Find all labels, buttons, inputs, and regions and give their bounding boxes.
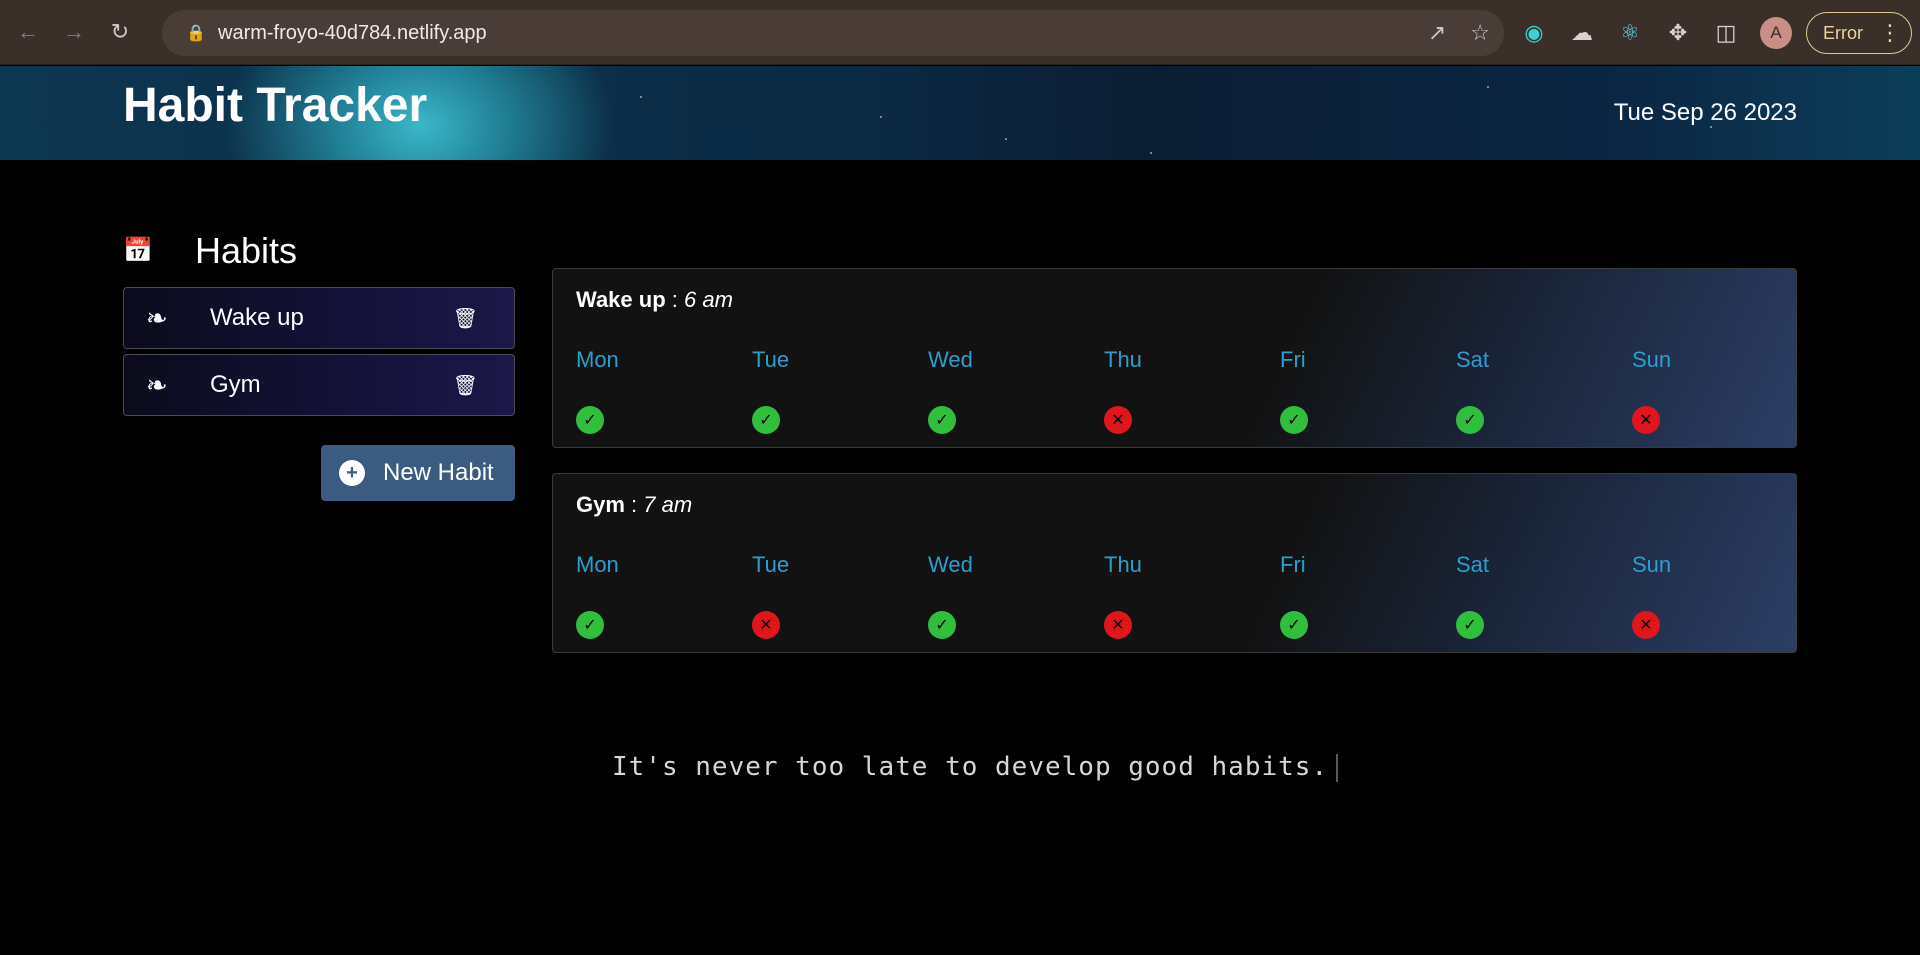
x-circle-icon[interactable]: ✕	[1104, 406, 1132, 434]
app-title: Habit Tracker	[123, 79, 428, 132]
check-circle-icon[interactable]: ✓	[576, 611, 604, 639]
habit-list-item-gym[interactable]: ❧ Gym 🗑	[123, 354, 515, 416]
share-icon[interactable]: ↗	[1428, 20, 1446, 46]
browser-toolbar: ← → ↻ 🔒 warm-froyo-40d784.netlify.app ↗ …	[0, 0, 1920, 65]
typing-cursor	[1336, 753, 1339, 782]
reload-icon[interactable]: ↻	[102, 14, 138, 50]
trash-icon[interactable]: 🗑	[453, 373, 478, 398]
day-label-fri: Fri	[1280, 347, 1306, 372]
bookmark-star-icon[interactable]: ☆	[1470, 20, 1490, 46]
day-label-sun: Sun	[1632, 347, 1672, 372]
day-label-tue: Tue	[752, 552, 790, 577]
react-devtools-icon[interactable]: ⚛	[1616, 19, 1644, 47]
check-circle-icon[interactable]: ✓	[1280, 611, 1308, 639]
side-panel-icon[interactable]: ◫	[1712, 19, 1740, 47]
x-circle-icon[interactable]: ✕	[1104, 611, 1132, 639]
check-circle-icon[interactable]: ✓	[928, 611, 956, 639]
page-header: Habit Tracker Tue Sep 26 2023	[0, 66, 1920, 160]
habit-list-item-label: Wake up	[210, 304, 304, 331]
new-habit-button[interactable]: + New Habit	[321, 445, 515, 501]
cloud-extension-icon[interactable]: ☁	[1568, 19, 1596, 47]
feather-icon: ❧	[146, 302, 168, 333]
quote-text: It's never too late to develop good habi…	[612, 752, 1329, 782]
profile-avatar[interactable]: A	[1760, 17, 1792, 49]
day-label-wed: Wed	[928, 552, 973, 577]
day-label-thu: Thu	[1104, 347, 1142, 372]
day-label-tue: Tue	[752, 347, 790, 372]
check-circle-icon[interactable]: ✓	[1456, 406, 1484, 434]
lock-icon[interactable]: 🔒	[176, 23, 216, 43]
back-icon[interactable]: ←	[10, 14, 46, 50]
check-circle-icon[interactable]: ✓	[928, 406, 956, 434]
trash-icon[interactable]: 🗑	[453, 306, 478, 331]
check-circle-icon[interactable]: ✓	[1456, 611, 1484, 639]
check-circle-icon[interactable]: ✓	[576, 406, 604, 434]
kebab-menu-icon[interactable]: ⋮	[1879, 20, 1901, 46]
error-button[interactable]: Error ⋮	[1806, 12, 1912, 54]
day-label-sat: Sat	[1456, 347, 1490, 372]
habit-list-item-wake-up[interactable]: ❧ Wake up 🗑	[123, 287, 515, 349]
forward-icon[interactable]: →	[56, 14, 92, 50]
x-circle-icon[interactable]: ✕	[1632, 406, 1660, 434]
x-circle-icon[interactable]: ✕	[752, 611, 780, 639]
day-label-sat: Sat	[1456, 552, 1490, 577]
habit-card-title: Wake up : 6 am	[576, 287, 733, 312]
day-label-thu: Thu	[1104, 552, 1142, 577]
extensions-bar: ◉ ☁ ⚛ ✥ ◫ A	[1520, 10, 1792, 56]
habit-card-wake-up: Wake up : 6 am Mon ✓ Tue ✓ Wed ✓ Thu ✕ Fri ✓ Sat ✓ S…	[552, 268, 1797, 448]
day-label-mon: Mon	[576, 347, 619, 372]
feather-icon: ❧	[146, 369, 168, 400]
habit-card-gym: Gym : 7 am Mon ✓ Tue ✕ Wed ✓ Thu ✕ Fri ✓ Sat ✓ Sun ✕	[552, 473, 1797, 653]
puzzle-extensions-icon[interactable]: ✥	[1664, 19, 1692, 47]
day-label-wed: Wed	[928, 347, 973, 372]
habit-card-time: 7 am	[643, 492, 693, 517]
habit-list-item-label: Gym	[210, 371, 261, 398]
url-text[interactable]: warm-froyo-40d784.netlify.app	[218, 22, 487, 45]
day-label-mon: Mon	[576, 552, 619, 577]
day-label-fri: Fri	[1280, 552, 1306, 577]
error-label: Error	[1823, 22, 1863, 43]
habits-heading: 📅 Habits	[123, 230, 297, 272]
motivational-quote: It's never too late to develop good habi…	[612, 752, 1339, 782]
habit-card-name: Gym	[576, 492, 625, 517]
current-date: Tue Sep 26 2023	[1613, 99, 1797, 126]
habit-card-name: Wake up	[576, 287, 666, 312]
habit-card-title: Gym : 7 am	[576, 492, 693, 517]
day-label-sun: Sun	[1632, 552, 1672, 577]
check-circle-icon[interactable]: ✓	[752, 406, 780, 434]
new-habit-label: New Habit	[383, 459, 494, 486]
calendar-icon: 📅	[123, 237, 153, 264]
alien-extension-icon[interactable]: ◉	[1520, 19, 1548, 47]
address-bar[interactable]: 🔒 warm-froyo-40d784.netlify.app ↗ ☆	[162, 10, 1504, 56]
habit-card-time: 6 am	[684, 287, 733, 312]
habits-heading-label: Habits	[195, 230, 298, 271]
plus-circle-icon: +	[339, 460, 365, 486]
x-circle-icon[interactable]: ✕	[1632, 611, 1660, 639]
check-circle-icon[interactable]: ✓	[1280, 406, 1308, 434]
